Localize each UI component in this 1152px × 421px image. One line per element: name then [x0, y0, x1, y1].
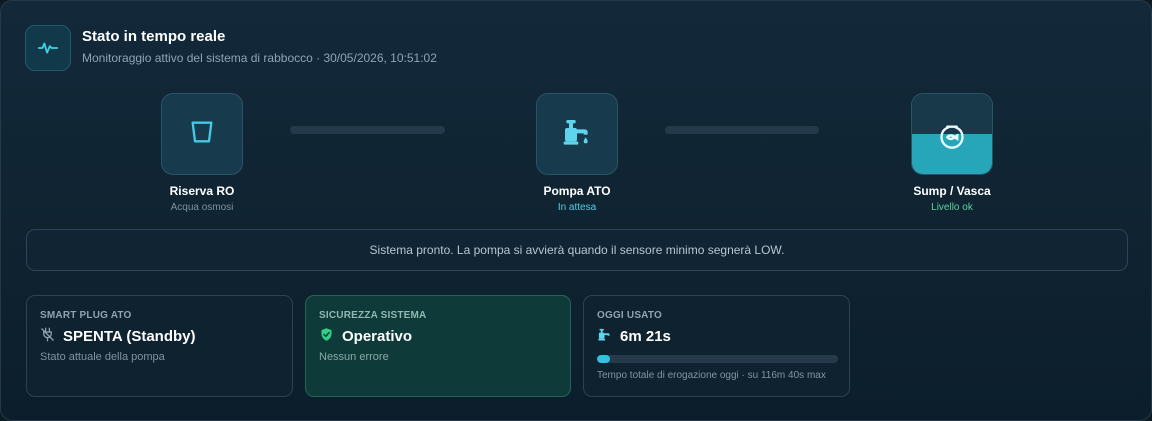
- today-usage-progress-fill: [597, 355, 610, 363]
- ato-pump-label: Pompa ATO: [543, 184, 611, 198]
- plug-off-icon: [40, 327, 55, 346]
- ro-reservoir-label: Riserva RO: [169, 184, 235, 198]
- card-system-safety: SICUREZZA SISTEMA Operativo Nessun error…: [305, 295, 571, 397]
- system-safety-subtitle: Nessun errore: [319, 351, 389, 363]
- sump-tank-box: [911, 93, 993, 175]
- card-smart-plug: SMART PLUG ATO SPENTA (Standby) Stato at…: [26, 295, 293, 397]
- ro-reservoir-box: [161, 93, 243, 175]
- smart-plug-state: SPENTA (Standby): [63, 328, 196, 345]
- today-usage-value: 6m 21s: [620, 328, 671, 345]
- panel-subtitle: Monitoraggio attivo del sistema di rabbo…: [82, 51, 437, 65]
- node-sump-tank: Sump / Vasca Livello ok: [852, 93, 1052, 213]
- today-usage-caption: Tempo totale di erogazione oggi · su 116…: [597, 370, 826, 381]
- node-ro-reservoir: Riserva RO Acqua osmosi: [102, 93, 302, 213]
- today-usage-progress-bar: [597, 355, 838, 363]
- ato-pump-box: [536, 93, 618, 175]
- ro-reservoir-status: Acqua osmosi: [170, 202, 234, 213]
- system-status-banner: Sistema pronto. La pompa si avvierà quan…: [26, 229, 1128, 271]
- activity-pulse-icon: [25, 25, 71, 71]
- sump-tank-status: Livello ok: [931, 202, 973, 213]
- smart-plug-title: SMART PLUG ATO: [40, 310, 132, 321]
- card-today-usage: OGGI USATO 6m 21s Tempo totale di erogaz…: [583, 295, 850, 397]
- system-safety-state: Operativo: [342, 328, 413, 345]
- fishbowl-icon: [938, 122, 966, 155]
- ato-pump-status: In attesa: [557, 202, 597, 213]
- cup-icon: [188, 118, 216, 151]
- panel-title: Stato in tempo reale: [82, 28, 226, 45]
- node-ato-pump: Pompa ATO In attesa: [477, 93, 677, 213]
- sump-tank-label: Sump / Vasca: [913, 184, 991, 198]
- system-status-message: Sistema pronto. La pompa si avvierà quan…: [369, 243, 785, 257]
- shield-check-icon: [319, 327, 334, 346]
- pipe-pump-to-tank: [665, 126, 819, 134]
- pump-icon: [597, 327, 612, 346]
- smart-plug-subtitle: Stato attuale della pompa: [40, 351, 165, 363]
- today-usage-title: OGGI USATO: [597, 310, 662, 321]
- pump-icon: [561, 116, 593, 153]
- system-safety-title: SICUREZZA SISTEMA: [319, 310, 427, 321]
- pipe-ro-to-pump: [290, 126, 445, 134]
- realtime-status-panel: Stato in tempo reale Monitoraggio attivo…: [0, 0, 1152, 421]
